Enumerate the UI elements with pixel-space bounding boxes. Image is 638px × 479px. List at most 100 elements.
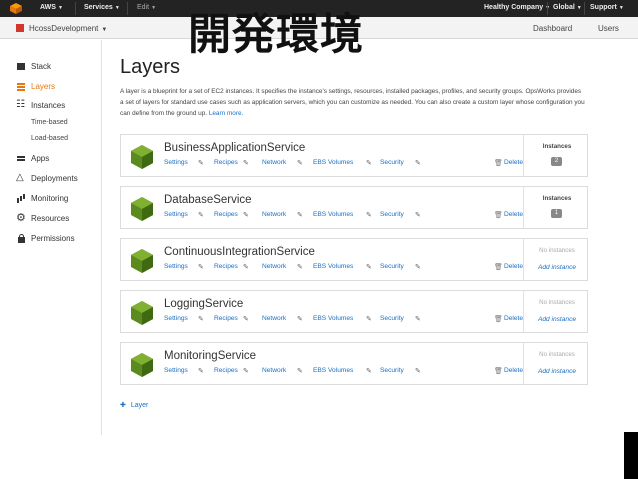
ebs-volumes-link[interactable]: EBS Volumes xyxy=(313,367,353,374)
add-layer-button[interactable]: ✚ Layer xyxy=(120,401,148,409)
pencil-icon[interactable]: ✎ xyxy=(415,263,421,271)
deployments-icon xyxy=(16,172,26,183)
layer-name[interactable]: LoggingService xyxy=(164,298,243,310)
ebs-volumes-link[interactable]: EBS Volumes xyxy=(313,315,353,322)
layer-card: DatabaseService Settings ✎ Recipes ✎ Network ✎… xyxy=(120,186,588,229)
instance-count-badge[interactable]: 1 xyxy=(551,209,562,218)
recipes-link[interactable]: Recipes xyxy=(214,211,238,218)
sidebar-item-permissions[interactable]: Permissions xyxy=(17,234,75,243)
delete-link[interactable]: Delete xyxy=(504,367,523,374)
edit-menu[interactable]: Edit ▼ xyxy=(137,4,156,11)
pencil-icon[interactable]: ✎ xyxy=(297,315,303,323)
pencil-icon[interactable]: ✎ xyxy=(415,159,421,167)
pencil-icon[interactable]: ✎ xyxy=(366,211,372,219)
network-link[interactable]: Network xyxy=(262,159,286,166)
layer-name[interactable]: BusinessApplicationService xyxy=(164,142,305,154)
sidebar-item-resources[interactable]: Resources xyxy=(16,211,69,224)
pencil-icon[interactable]: ✎ xyxy=(243,263,249,271)
add-instance-link[interactable]: Add instance xyxy=(524,368,590,375)
pencil-icon[interactable]: ✎ xyxy=(243,159,249,167)
account-menu[interactable]: Healthy Company▼ xyxy=(484,4,550,11)
security-link[interactable]: Security xyxy=(380,159,404,166)
stack-selector[interactable]: HcossDevelopment ▼ xyxy=(29,24,107,33)
sidebar-item-stack[interactable]: Stack xyxy=(17,62,51,71)
pencil-icon[interactable]: ✎ xyxy=(366,367,372,375)
settings-link[interactable]: Settings xyxy=(164,159,188,166)
network-link[interactable]: Network xyxy=(262,263,286,270)
stack-icon xyxy=(17,62,26,71)
sidebar-item-monitoring[interactable]: Monitoring xyxy=(17,194,68,203)
instances-label: No instances xyxy=(539,351,575,358)
recipes-link[interactable]: Recipes xyxy=(214,263,238,270)
security-link[interactable]: Security xyxy=(380,211,404,218)
pencil-icon[interactable]: ✎ xyxy=(297,159,303,167)
add-instance-link[interactable]: Add instance xyxy=(524,316,590,323)
pencil-icon[interactable]: ✎ xyxy=(198,315,204,323)
delete-link[interactable]: Delete xyxy=(504,315,523,322)
learn-more-link[interactable]: Learn more. xyxy=(209,110,243,117)
pencil-icon[interactable]: ✎ xyxy=(198,367,204,375)
ebs-volumes-link[interactable]: EBS Volumes xyxy=(313,211,353,218)
pencil-icon[interactable]: ✎ xyxy=(198,159,204,167)
sidebar-item-deployments[interactable]: Deployments xyxy=(16,172,78,183)
sidebar-item-apps[interactable]: Apps xyxy=(17,154,49,163)
recipes-link[interactable]: Recipes xyxy=(214,159,238,166)
pencil-icon[interactable]: ✎ xyxy=(366,263,372,271)
pencil-icon[interactable]: ✎ xyxy=(198,263,204,271)
trash-icon[interactable]: 🗑 xyxy=(494,159,503,167)
page-description: A layer is a blueprint for a set of EC2 … xyxy=(120,88,585,117)
delete-link[interactable]: Delete xyxy=(504,263,523,270)
trash-icon[interactable]: 🗑 xyxy=(494,367,503,375)
security-link[interactable]: Security xyxy=(380,263,404,270)
settings-link[interactable]: Settings xyxy=(164,315,188,322)
aws-menu[interactable]: AWS ▼ xyxy=(40,4,63,11)
layer-name[interactable]: ContinuousIntegrationService xyxy=(164,246,315,258)
settings-link[interactable]: Settings xyxy=(164,367,188,374)
sidebar-item-load-based[interactable]: Load-based xyxy=(31,135,68,142)
pencil-icon[interactable]: ✎ xyxy=(415,367,421,375)
ebs-volumes-link[interactable]: EBS Volumes xyxy=(313,263,353,270)
pencil-icon[interactable]: ✎ xyxy=(366,159,372,167)
delete-link[interactable]: Delete xyxy=(504,211,523,218)
divider xyxy=(584,2,585,15)
settings-link[interactable]: Settings xyxy=(164,211,188,218)
add-instance-link[interactable]: Add instance xyxy=(524,264,590,271)
layer-name[interactable]: MonitoringService xyxy=(164,350,256,362)
support-menu[interactable]: Support ▼ xyxy=(590,4,624,11)
network-link[interactable]: Network xyxy=(262,367,286,374)
pencil-icon[interactable]: ✎ xyxy=(243,315,249,323)
pencil-icon[interactable]: ✎ xyxy=(297,367,303,375)
instances-label: Instances xyxy=(542,195,572,202)
users-link[interactable]: Users xyxy=(598,24,619,33)
region-menu[interactable]: Global ▼ xyxy=(553,4,582,11)
trash-icon[interactable]: 🗑 xyxy=(494,315,503,323)
sidebar-item-instances[interactable]: Instances xyxy=(16,99,65,110)
instances-label: Instances xyxy=(542,143,572,150)
security-link[interactable]: Security xyxy=(380,315,404,322)
delete-link[interactable]: Delete xyxy=(504,159,523,166)
recipes-link[interactable]: Recipes xyxy=(214,315,238,322)
pencil-icon[interactable]: ✎ xyxy=(243,367,249,375)
services-menu[interactable]: Services ▼ xyxy=(84,4,120,11)
pencil-icon[interactable]: ✎ xyxy=(297,211,303,219)
instance-count-badge[interactable]: 2 xyxy=(551,157,562,166)
trash-icon[interactable]: 🗑 xyxy=(494,263,503,271)
pencil-icon[interactable]: ✎ xyxy=(297,263,303,271)
trash-icon[interactable]: 🗑 xyxy=(494,211,503,219)
pencil-icon[interactable]: ✎ xyxy=(415,211,421,219)
dashboard-link[interactable]: Dashboard xyxy=(533,24,572,33)
network-link[interactable]: Network xyxy=(262,211,286,218)
settings-link[interactable]: Settings xyxy=(164,263,188,270)
sidebar-item-time-based[interactable]: Time-based xyxy=(31,119,68,126)
sidebar-item-layers[interactable]: Layers xyxy=(17,82,55,91)
pencil-icon[interactable]: ✎ xyxy=(415,315,421,323)
aws-cube-icon[interactable] xyxy=(10,3,22,14)
security-link[interactable]: Security xyxy=(380,367,404,374)
pencil-icon[interactable]: ✎ xyxy=(243,211,249,219)
layer-name[interactable]: DatabaseService xyxy=(164,194,252,206)
pencil-icon[interactable]: ✎ xyxy=(198,211,204,219)
recipes-link[interactable]: Recipes xyxy=(214,367,238,374)
pencil-icon[interactable]: ✎ xyxy=(366,315,372,323)
network-link[interactable]: Network xyxy=(262,315,286,322)
ebs-volumes-link[interactable]: EBS Volumes xyxy=(313,159,353,166)
